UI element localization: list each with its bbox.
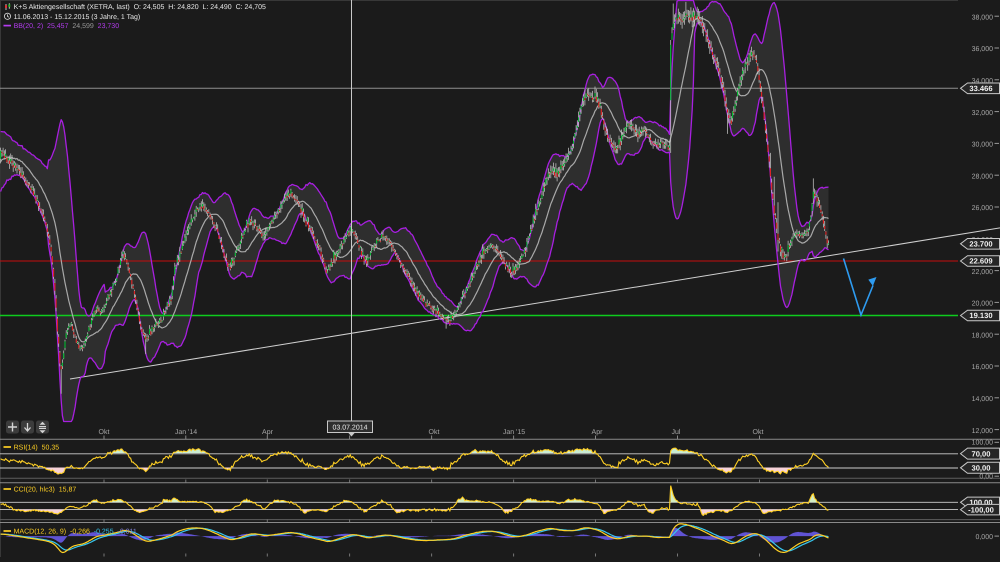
svg-text:30,000: 30,000 [972, 142, 994, 149]
svg-text:0,000: 0,000 [975, 534, 993, 541]
svg-text:26,000: 26,000 [972, 205, 994, 212]
svg-text:Apr: Apr [592, 429, 604, 436]
svg-text:Jan '14: Jan '14 [175, 429, 197, 436]
svg-text:Okt: Okt [429, 428, 440, 436]
svg-text:03.07.2014: 03.07.2014 [332, 425, 367, 432]
svg-text:Jul: Jul [672, 428, 681, 436]
svg-text:32,000: 32,000 [972, 110, 994, 117]
svg-text:Okt: Okt [99, 428, 110, 436]
svg-text:Okt: Okt [753, 428, 764, 436]
svg-text:20,000: 20,000 [972, 301, 994, 308]
svg-text:Apr: Apr [262, 429, 274, 436]
svg-text:CCI(20, hlc3) 15,87: CCI(20, hlc3) 15,87 [14, 486, 77, 494]
svg-text:28,000: 28,000 [972, 173, 994, 180]
svg-text:19.130: 19.130 [969, 311, 992, 320]
svg-text:12,000: 12,000 [972, 428, 994, 435]
svg-text:33.466: 33.466 [969, 84, 992, 93]
svg-text:18,000: 18,000 [972, 332, 994, 339]
svg-text:100,00: 100,00 [972, 440, 994, 447]
svg-text:BB(20, 2) 25,457 24,599 23,: BB(20, 2) 25,457 24,599 23,730 [14, 22, 120, 30]
svg-text:22,000: 22,000 [972, 269, 994, 276]
svg-text:K+S Aktiengesellschaft (XETRA,: K+S Aktiengesellschaft (XETRA, last) O: … [14, 3, 266, 11]
svg-text:14,000: 14,000 [972, 396, 994, 403]
svg-text:36,000: 36,000 [972, 46, 994, 53]
svg-text:23.700: 23.700 [969, 240, 992, 249]
svg-text:-100,00: -100,00 [968, 505, 994, 514]
svg-text:Jan '15: Jan '15 [503, 429, 525, 436]
svg-text:38,000: 38,000 [972, 14, 994, 21]
svg-text:11.06.2013 - 15.12.2015 (3 Jah: 11.06.2013 - 15.12.2015 (3 Jahre, 1 Tag) [14, 13, 141, 21]
svg-text:16,000: 16,000 [972, 364, 994, 371]
svg-text:70,00: 70,00 [971, 449, 990, 458]
svg-text:RSI(14) 50,35: RSI(14) 50,35 [14, 444, 60, 452]
svg-text:MACD(12, 26, 9) -0,266 -0,25: MACD(12, 26, 9) -0,266 -0,255 -0,011 [14, 528, 137, 536]
svg-text:22.609: 22.609 [969, 257, 992, 266]
svg-text:30,00: 30,00 [971, 464, 990, 473]
svg-text:0,00: 0,00 [979, 474, 993, 481]
